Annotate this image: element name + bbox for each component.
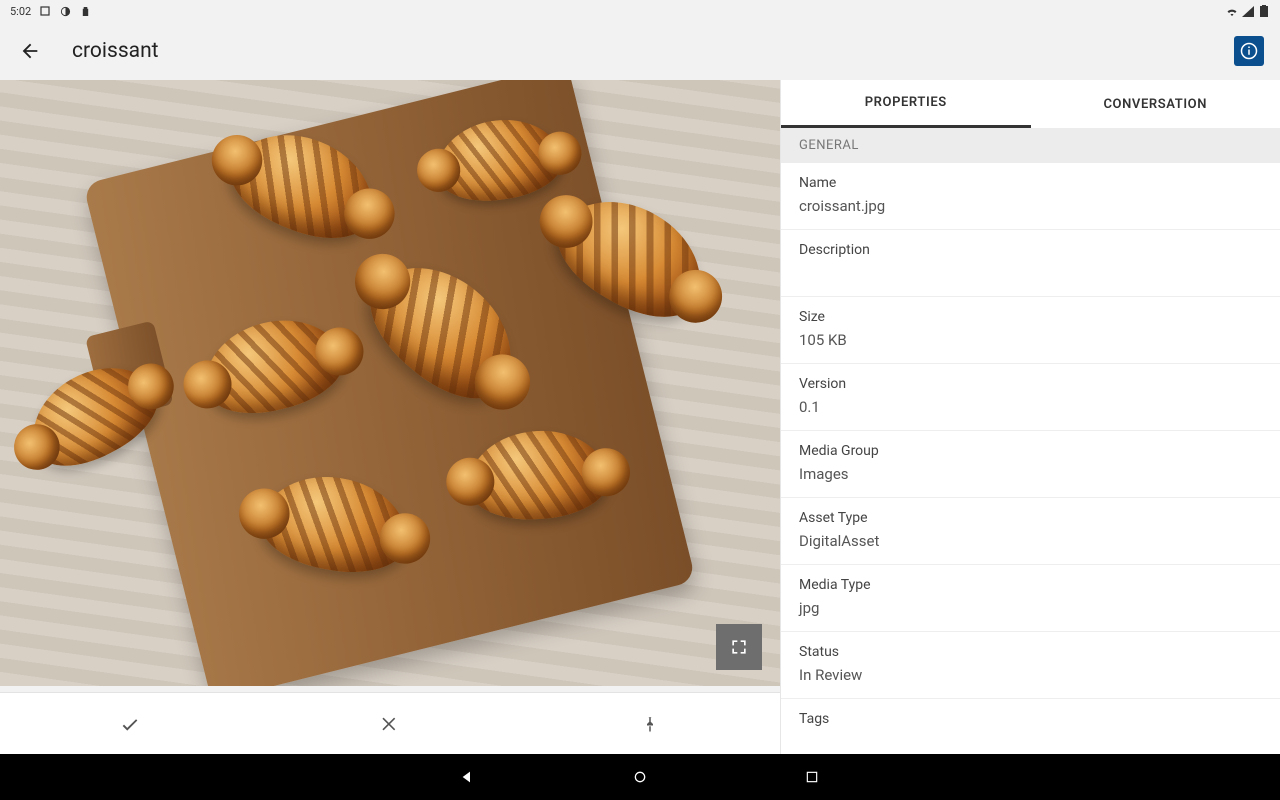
field-asset-type[interactable]: Asset Type DigitalAsset	[781, 498, 1280, 565]
status-icon	[79, 5, 91, 17]
wifi-icon	[1226, 5, 1238, 17]
field-label: Status	[799, 644, 1262, 660]
image-pane	[0, 80, 780, 754]
fullscreen-button[interactable]	[716, 624, 762, 670]
field-label: Version	[799, 376, 1262, 392]
status-icon	[39, 5, 51, 17]
section-header-general: GENERAL	[781, 128, 1280, 163]
field-label: Name	[799, 175, 1262, 191]
nav-home-button[interactable]	[629, 766, 651, 788]
android-status-bar: 5:02	[0, 0, 1280, 22]
reject-button[interactable]	[370, 704, 410, 744]
field-value	[799, 733, 1262, 751]
field-label: Media Group	[799, 443, 1262, 459]
tab-properties[interactable]: PROPERTIES	[781, 80, 1031, 128]
field-value	[799, 264, 1262, 282]
field-tags[interactable]: Tags	[781, 699, 1280, 754]
action-bar	[0, 692, 780, 754]
field-label: Media Type	[799, 577, 1262, 593]
field-label: Tags	[799, 711, 1262, 727]
field-label: Description	[799, 242, 1262, 258]
field-value: Images	[799, 465, 1262, 483]
field-value: DigitalAsset	[799, 532, 1262, 550]
page-title: croissant	[72, 39, 159, 63]
field-media-group[interactable]: Media Group Images	[781, 431, 1280, 498]
field-name[interactable]: Name croissant.jpg	[781, 163, 1280, 230]
app-header: croissant	[0, 22, 1280, 80]
status-time: 5:02	[10, 5, 31, 18]
asset-image[interactable]	[0, 80, 780, 686]
field-description[interactable]: Description	[781, 230, 1280, 297]
panel-tabs: PROPERTIES CONVERSATION	[781, 80, 1280, 128]
battery-icon	[1258, 5, 1270, 17]
pin-button[interactable]	[630, 704, 670, 744]
back-button[interactable]	[16, 37, 44, 65]
field-status[interactable]: Status In Review	[781, 632, 1280, 699]
main-content: PROPERTIES CONVERSATION GENERAL Name cro…	[0, 80, 1280, 754]
field-value: In Review	[799, 666, 1262, 684]
nav-recent-button[interactable]	[801, 766, 823, 788]
info-button[interactable]	[1234, 36, 1264, 66]
nav-back-button[interactable]	[457, 766, 479, 788]
field-version[interactable]: Version 0.1	[781, 364, 1280, 431]
android-nav-bar	[0, 754, 1280, 800]
field-label: Size	[799, 309, 1262, 325]
field-value: jpg	[799, 599, 1262, 617]
status-icon	[59, 5, 71, 17]
properties-panel: PROPERTIES CONVERSATION GENERAL Name cro…	[780, 80, 1280, 754]
field-value: 0.1	[799, 398, 1262, 416]
field-value: 105 KB	[799, 331, 1262, 349]
signal-icon	[1242, 5, 1254, 17]
field-label: Asset Type	[799, 510, 1262, 526]
approve-button[interactable]	[110, 704, 150, 744]
field-value: croissant.jpg	[799, 197, 1262, 215]
field-media-type[interactable]: Media Type jpg	[781, 565, 1280, 632]
tab-conversation[interactable]: CONVERSATION	[1031, 80, 1280, 128]
field-size[interactable]: Size 105 KB	[781, 297, 1280, 364]
